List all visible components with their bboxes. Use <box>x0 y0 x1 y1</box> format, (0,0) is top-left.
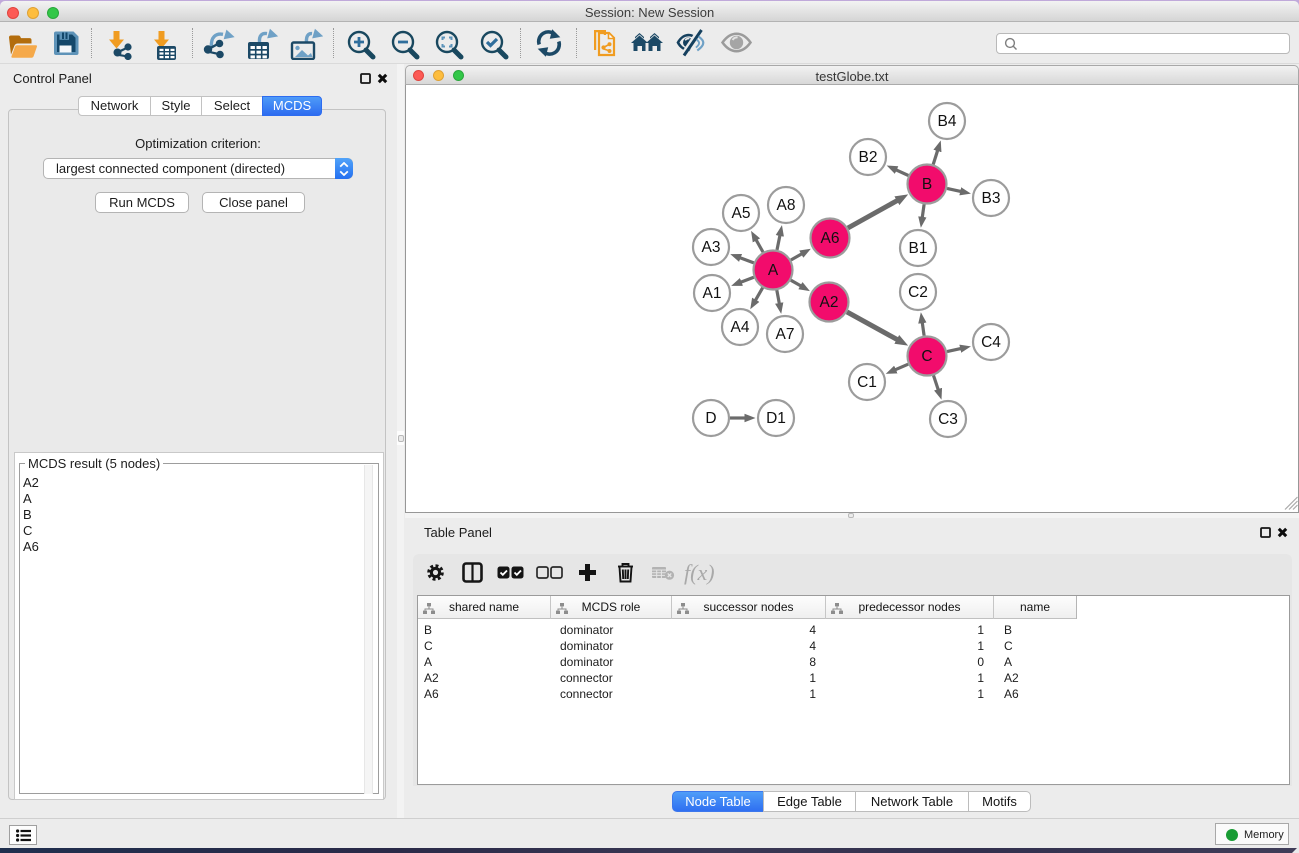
svg-text:B3: B3 <box>982 190 1001 207</box>
svg-text:A7: A7 <box>776 326 795 343</box>
svg-text:C4: C4 <box>981 334 1001 351</box>
svg-text:A4: A4 <box>731 319 750 336</box>
svg-text:B1: B1 <box>909 240 928 257</box>
svg-text:A2: A2 <box>820 294 839 311</box>
svg-text:B4: B4 <box>938 113 957 130</box>
svg-text:C3: C3 <box>938 411 958 428</box>
svg-text:B: B <box>922 176 932 193</box>
svg-text:C2: C2 <box>908 284 928 301</box>
svg-text:D1: D1 <box>766 410 786 427</box>
svg-text:A: A <box>768 262 779 279</box>
svg-text:A5: A5 <box>732 205 751 222</box>
svg-text:C: C <box>921 348 932 365</box>
svg-text:A6: A6 <box>821 230 840 247</box>
svg-text:B2: B2 <box>859 149 878 166</box>
svg-text:C1: C1 <box>857 374 877 391</box>
svg-text:D: D <box>705 410 716 427</box>
svg-text:A8: A8 <box>777 197 796 214</box>
svg-text:A3: A3 <box>702 239 721 256</box>
svg-text:A1: A1 <box>703 285 722 302</box>
